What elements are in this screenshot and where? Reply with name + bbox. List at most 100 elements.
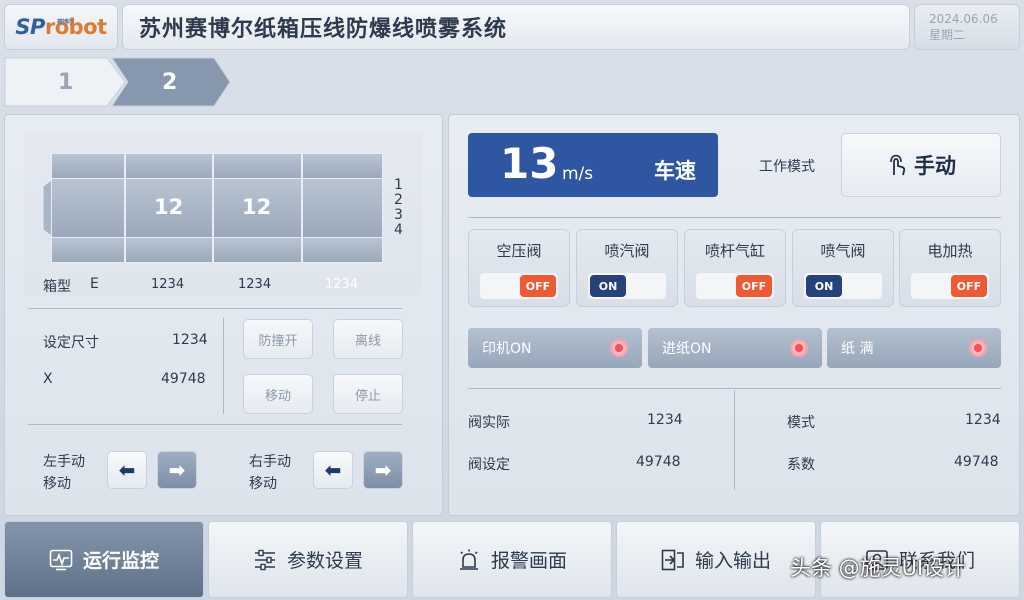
right-manual-label-2: 移动 <box>249 476 277 492</box>
hand-touch-icon <box>890 154 906 176</box>
box-flap <box>51 153 125 179</box>
alarm-icon <box>459 549 478 570</box>
box-panel <box>302 178 383 238</box>
tab-page-2[interactable]: 2 <box>108 56 232 108</box>
box-flap <box>302 237 383 263</box>
work-mode-label: 工作模式 <box>759 159 815 175</box>
logo: SP robot 赛博尔 <box>4 4 118 50</box>
stop-button[interactable]: 停止 <box>333 374 403 414</box>
input-output-icon <box>661 549 684 570</box>
diagram-number: 12 <box>154 195 184 219</box>
valve-toggle[interactable]: OFF <box>911 273 989 299</box>
status-led-icon <box>610 339 628 357</box>
date-text: 2024.06.06 <box>929 12 998 26</box>
left-manual-label-2: 移动 <box>43 476 71 492</box>
divider <box>28 424 402 425</box>
anti-collision-label: 防撞开 <box>258 333 298 349</box>
valve-label: 喷汽阀 <box>604 242 650 260</box>
vertical-number: 3 <box>394 207 403 223</box>
valve-label: 喷气阀 <box>820 242 866 260</box>
set-size-value: 1234 <box>172 332 208 348</box>
anti-collision-button[interactable]: 防撞开 <box>243 319 313 359</box>
divider <box>223 318 224 414</box>
status-printer-on: 印机ON <box>468 328 642 368</box>
nav-input-output[interactable]: 输入输出 <box>616 521 816 598</box>
coefficient-label: 系数 <box>787 457 815 473</box>
valve-toggle[interactable]: ON <box>588 273 666 299</box>
divider <box>468 388 1001 389</box>
status-paper-full: 纸 满 <box>827 328 1001 368</box>
valve-air-compressor: 空压阀 OFF <box>468 229 570 307</box>
box-value: 1234 <box>238 277 272 292</box>
stop-label: 停止 <box>354 388 381 404</box>
nav-alarm-screen[interactable]: 报警画面 <box>412 521 612 598</box>
valve-label: 喷杆气缸 <box>704 242 765 260</box>
logo-sub-text: 赛博尔 <box>57 19 74 26</box>
page-title: 苏州赛博尔纸箱压线防爆线喷雾系统 <box>122 4 910 50</box>
divider <box>28 308 402 309</box>
right-manual-right-button[interactable]: ➡ <box>363 451 403 489</box>
nav-label: 参数设置 <box>286 550 363 572</box>
offline-label: 离线 <box>354 333 381 349</box>
arrow-right-icon: ➡ <box>374 458 392 482</box>
valve-actual-label: 阀实际 <box>468 415 510 431</box>
box-flap <box>213 237 302 263</box>
toggle-off-state: OFF <box>951 275 987 297</box>
valve-toggle[interactable]: ON <box>804 273 882 299</box>
status-feed-on: 进纸ON <box>648 328 822 368</box>
manual-mode-button[interactable]: 手动 <box>841 133 1001 197</box>
offline-button[interactable]: 离线 <box>333 319 403 359</box>
watermark-text: 头条 @施灵UI设计 <box>790 556 966 580</box>
vertical-number: 4 <box>394 222 403 238</box>
valve-set-value: 49748 <box>636 454 681 470</box>
toggle-on-state: ON <box>806 275 842 297</box>
speed-unit: m/s <box>562 164 594 184</box>
nav-parameter-settings[interactable]: 参数设置 <box>208 521 408 598</box>
box-flap <box>213 153 302 179</box>
valve-spray-cylinder: 喷杆气缸 OFF <box>684 229 786 307</box>
weekday-text: 星期二 <box>929 28 966 42</box>
speed-display: 13 m/s 车速 <box>468 133 718 197</box>
divider <box>734 390 735 490</box>
diagram-number: 12 <box>242 195 272 219</box>
arrow-left-icon: ⬅ <box>324 458 342 482</box>
manual-mode-label: 手动 <box>914 154 956 178</box>
box-panel <box>51 178 125 238</box>
sliders-icon <box>254 549 275 570</box>
divider <box>468 217 1001 218</box>
nav-label: 报警画面 <box>490 550 567 572</box>
status-label: 印机ON <box>482 341 532 357</box>
nav-label: 输入输出 <box>694 550 771 572</box>
nav-label: 运行监控 <box>82 550 159 572</box>
toggle-off-state: OFF <box>736 275 772 297</box>
nav-run-monitor[interactable]: 运行监控 <box>4 521 204 598</box>
box-value: 1234 <box>325 277 359 292</box>
valve-electric-heating: 电加热 OFF <box>899 229 1001 307</box>
mode-value: 1234 <box>965 412 1001 428</box>
box-flap <box>302 153 383 179</box>
status-led-icon <box>790 339 808 357</box>
left-manual-left-button[interactable]: ⬅ <box>107 451 147 489</box>
x-value: 49748 <box>161 371 206 387</box>
valve-toggle[interactable]: OFF <box>480 273 558 299</box>
logo-sp-text: SP <box>15 15 45 39</box>
valve-label: 电加热 <box>927 242 973 260</box>
monitor-icon <box>49 549 73 570</box>
valve-set-label: 阀设定 <box>468 457 510 473</box>
right-manual-label: 右手动 <box>249 454 291 470</box>
speed-value: 13 <box>500 139 559 188</box>
box-flap <box>125 237 213 263</box>
box-type-value: E <box>90 276 99 292</box>
valve-steam: 喷汽阀 ON <box>576 229 678 307</box>
left-manual-right-button[interactable]: ➡ <box>157 451 197 489</box>
set-size-label: 设定尺寸 <box>43 335 99 351</box>
box-value: 1234 <box>151 277 185 292</box>
right-manual-left-button[interactable]: ⬅ <box>313 451 353 489</box>
move-button[interactable]: 移动 <box>243 374 313 414</box>
status-led-icon <box>969 339 987 357</box>
valve-toggle[interactable]: OFF <box>696 273 774 299</box>
valve-actual-value: 1234 <box>647 412 683 428</box>
toggle-off-state: OFF <box>520 275 556 297</box>
mode-label: 模式 <box>787 415 815 431</box>
logo-robot-text: robot <box>44 15 107 39</box>
